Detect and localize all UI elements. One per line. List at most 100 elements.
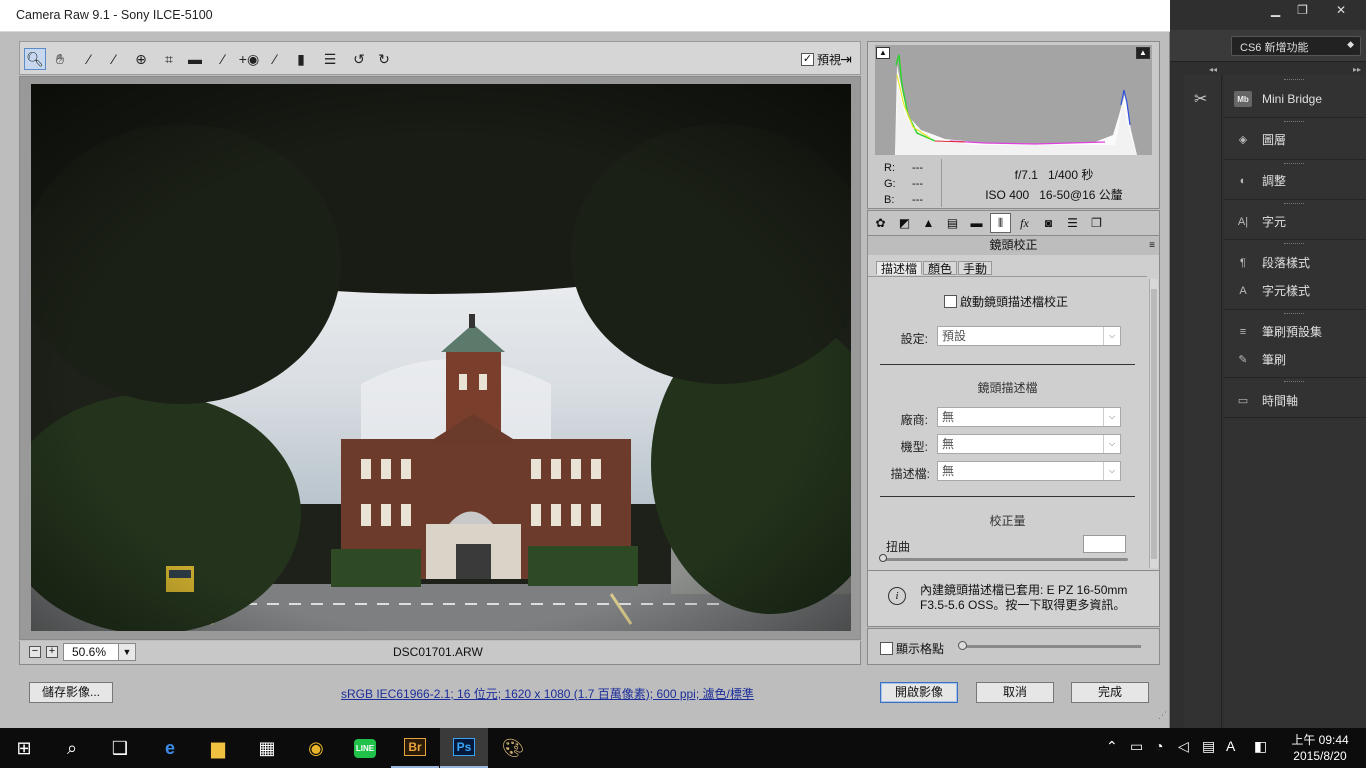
hand-icon[interactable]: ✋︎ <box>49 48 71 70</box>
clock[interactable]: 上午 09:44 2015/8/20 <box>1288 732 1352 764</box>
white-balance-icon[interactable]: ⁄ <box>78 48 100 70</box>
chrome-icon[interactable]: ◉ <box>292 728 340 768</box>
crop-icon[interactable]: ⌗ <box>158 48 180 70</box>
rotate-right-icon[interactable]: ↻ <box>373 48 395 70</box>
rotate-left-icon[interactable]: ↺ <box>348 48 370 70</box>
make-dropdown[interactable]: 無 ⌵ <box>937 407 1121 427</box>
workspace-select[interactable]: CS6 新增功能 ◆ <box>1231 36 1361 56</box>
photoshop-icon[interactable]: Ps <box>440 728 488 768</box>
panel-grip <box>1284 381 1304 384</box>
notification-icon[interactable]: ▤ <box>1202 738 1215 755</box>
model-dropdown[interactable]: 無 ⌵ <box>937 434 1121 454</box>
start-icon[interactable]: ⊞ <box>0 728 48 768</box>
zoom-icon[interactable]: 🔍︎ <box>24 48 46 70</box>
photo-preview[interactable] <box>31 84 851 631</box>
panel-character[interactable]: A| 字元 <box>1234 213 1286 230</box>
split-toning-icon[interactable]: ▬ <box>966 213 987 233</box>
distortion-slider[interactable] <box>883 558 1128 561</box>
bridge-icon[interactable]: Br <box>391 728 439 768</box>
preferences-icon[interactable]: ☰ <box>319 48 341 70</box>
edge-icon[interactable]: e <box>146 728 194 768</box>
wifi-icon[interactable]: ◔ <box>1155 738 1163 754</box>
search-icon[interactable]: ⌕ <box>48 728 96 768</box>
minimize-icon[interactable]: ▁ <box>1262 0 1289 20</box>
tab-profile[interactable]: 描述檔 <box>876 261 923 276</box>
panel-mini-bridge[interactable]: Mb Mini Bridge <box>1234 91 1322 107</box>
setting-value: 預設 <box>942 329 967 343</box>
shadow-clipping-icon[interactable]: ▲ <box>876 47 890 59</box>
restore-icon[interactable]: ❐ <box>1289 0 1316 20</box>
collapse-icon[interactable]: ▸▸ <box>1353 65 1361 74</box>
enable-profile-corrections-checkbox[interactable]: 啟動鏡頭描述檔校正 <box>944 293 1068 310</box>
hsl-icon[interactable]: ▤ <box>942 213 963 233</box>
color-sampler-icon[interactable]: ⁄ <box>103 48 125 70</box>
ime-label[interactable]: A <box>1226 738 1235 754</box>
distortion-slider-handle[interactable] <box>879 554 887 562</box>
g-value: --- <box>912 178 923 190</box>
tab-color[interactable]: 顏色 <box>923 261 958 276</box>
graduated-filter-icon[interactable]: ▮ <box>290 48 312 70</box>
panel-paragraph-styles[interactable]: ¶ 段落樣式 <box>1234 254 1310 271</box>
highlight-clipping-icon[interactable]: ▲ <box>1136 47 1150 59</box>
workflow-options-link[interactable]: sRGB IEC61966-2.1; 16 位元; 1620 x 1080 (1… <box>341 685 754 702</box>
setting-dropdown[interactable]: 預設 ⌵ <box>937 326 1121 346</box>
show-grid-checkbox[interactable]: 顯示格點 <box>880 640 944 657</box>
fullscreen-icon[interactable]: ⇥ <box>835 48 857 70</box>
b-label: B: <box>884 194 895 206</box>
straighten-icon[interactable]: ▬ <box>184 48 206 70</box>
basic-icon[interactable]: ✿ <box>870 213 891 233</box>
panel-label: 調整 <box>1262 174 1287 188</box>
panel-brush[interactable]: ✎ 筆刷 <box>1234 351 1286 368</box>
cancel-button[interactable]: 取消 <box>976 682 1054 703</box>
line-icon[interactable]: LINE <box>341 728 389 768</box>
panel-scrollbar[interactable] <box>1149 279 1158 568</box>
tools-icon[interactable]: ✂ <box>1194 89 1207 109</box>
collapse-icon[interactable]: ◂◂ <box>1209 65 1217 74</box>
amount-title: 校正量 <box>989 514 1026 528</box>
panel-layers[interactable]: ◈ 圖層 <box>1234 131 1286 148</box>
effects-icon[interactable]: fx <box>1014 213 1035 233</box>
tone-curve-icon[interactable]: ◩ <box>894 213 915 233</box>
detail-icon[interactable]: ▲ <box>918 213 939 233</box>
presets-icon[interactable]: ☰ <box>1062 213 1083 233</box>
done-button[interactable]: 完成 <box>1071 682 1149 703</box>
task-view-icon[interactable]: ❑ <box>96 728 144 768</box>
close-icon[interactable]: ✕ <box>1316 0 1366 20</box>
panel-character-styles[interactable]: A 字元樣式 <box>1234 282 1310 299</box>
profile-info-box[interactable]: i 內建鏡頭描述檔已套用: E PZ 16-50mm F3.5-5.6 OSS。… <box>867 571 1160 627</box>
file-explorer-icon[interactable]: ▆ <box>194 728 242 768</box>
red-eye-icon[interactable]: +◉ <box>238 48 260 70</box>
devices-icon[interactable]: ▭ <box>1130 738 1143 755</box>
snapshots-icon[interactable]: ❐ <box>1086 213 1107 233</box>
photo-image <box>31 84 851 631</box>
distortion-value-field[interactable] <box>1083 535 1126 553</box>
image-preview-area[interactable] <box>19 76 861 640</box>
zoom-out-icon[interactable]: − <box>29 646 41 658</box>
paint-icon[interactable]: 🎨︎ <box>489 728 537 768</box>
save-image-button[interactable]: 儲存影像... <box>29 682 113 703</box>
grid-size-handle[interactable] <box>958 641 967 650</box>
spot-removal-icon[interactable]: ∕ <box>212 48 234 70</box>
panel-timeline[interactable]: ▭ 時間軸 <box>1234 392 1298 409</box>
zoom-in-icon[interactable]: + <box>46 646 58 658</box>
chevron-up-icon[interactable]: ⌃ <box>1106 738 1118 755</box>
action-center-icon[interactable]: ◧ <box>1254 738 1267 755</box>
scrollbar-thumb[interactable] <box>1151 289 1157 559</box>
open-image-button[interactable]: 開啟影像 <box>880 682 958 703</box>
camera-calibration-icon[interactable]: ◙ <box>1038 213 1059 233</box>
histogram-graph <box>895 54 1137 155</box>
lens-corrections-icon[interactable]: ⦀ <box>990 213 1011 233</box>
taskbar: ⊞ ⌕ ❑ e ▆ ▦ ◉ LINE Br Ps 🎨︎ ⌃ ▭ ◔ ◁ ▤ A … <box>0 728 1366 768</box>
tab-manual[interactable]: 手動 <box>958 261 993 276</box>
panel-menu-icon[interactable]: ≡ <box>1149 236 1155 255</box>
profile-dropdown[interactable]: 無 ⌵ <box>937 461 1121 481</box>
resize-grip-icon[interactable]: ⋰ <box>1158 710 1167 721</box>
panel-adjustments[interactable]: ◐ 調整 <box>1234 172 1286 189</box>
store-icon[interactable]: ▦ <box>243 728 291 768</box>
adjustment-brush-icon[interactable]: ∕ <box>264 48 286 70</box>
panel-brush-presets[interactable]: ≡ 筆刷預設集 <box>1234 323 1322 340</box>
targeted-adjustment-icon[interactable]: ⊕ <box>130 48 152 70</box>
chevron-down-icon[interactable]: ▼ <box>118 643 136 661</box>
grid-size-slider[interactable] <box>963 645 1141 648</box>
volume-mute-icon[interactable]: ◁ <box>1178 738 1189 755</box>
